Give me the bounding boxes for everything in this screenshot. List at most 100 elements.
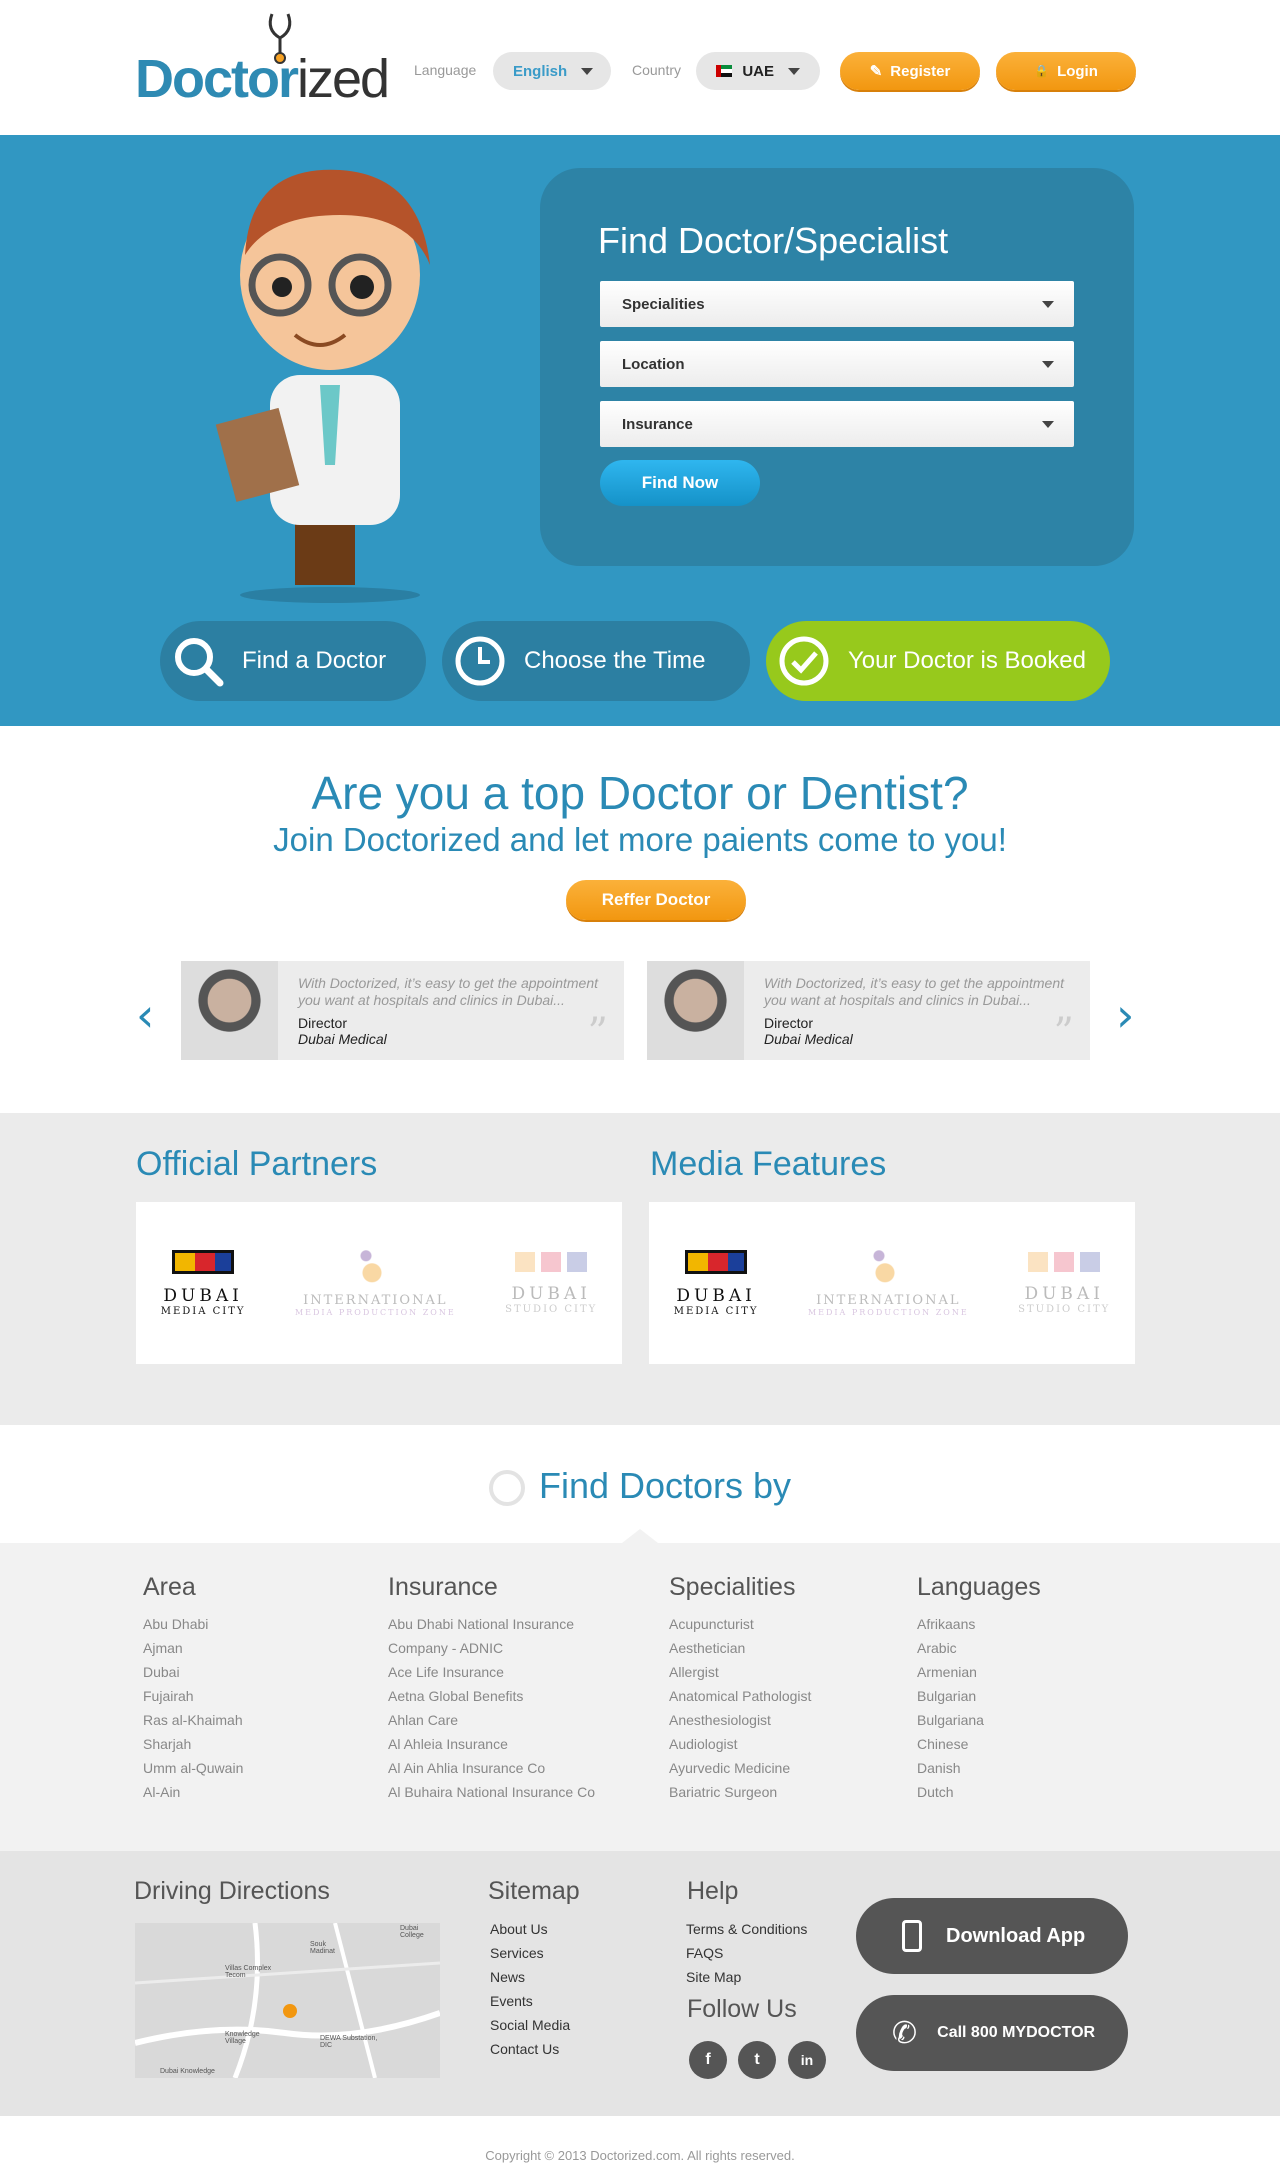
list-item[interactable]: Arabic <box>917 1636 1041 1660</box>
testimonial-card: With Doctorized, it’s easy to get the ap… <box>181 961 624 1060</box>
media-logo-line2: MEDIA CITY <box>673 1305 759 1317</box>
list-item[interactable]: Ajman <box>143 1636 243 1660</box>
list-item[interactable]: Anatomical Pathologist <box>669 1684 811 1708</box>
linkedin-icon[interactable]: in <box>788 2041 826 2079</box>
chevron-right-icon[interactable]: › <box>1116 988 1134 1042</box>
list-item[interactable]: Ace Life Insurance <box>388 1660 595 1684</box>
list-item[interactable]: Fujairah <box>143 1684 243 1708</box>
testimonial-org: Dubai Medical <box>298 1031 387 1047</box>
media-logo[interactable]: DUBAI MEDIA CITY <box>673 1249 759 1317</box>
list-item[interactable]: Afrikaans <box>917 1612 1041 1636</box>
chevron-down-icon <box>788 67 800 75</box>
call-button[interactable]: ✆ Call 800 MYDOCTOR <box>856 1995 1128 2071</box>
avatar <box>181 961 278 1060</box>
download-app-button[interactable]: Download App <box>856 1898 1128 1974</box>
partner-logo[interactable]: DUBAI STUDIO CITY <box>505 1251 597 1315</box>
partner-logo[interactable]: DUBAI MEDIA CITY <box>161 1249 246 1317</box>
facebook-icon[interactable]: f <box>689 2041 727 2079</box>
country-select[interactable]: UAE <box>696 52 820 90</box>
register-button[interactable]: ✎ Register <box>840 52 980 90</box>
list-item[interactable]: Acupuncturist <box>669 1612 811 1636</box>
list-item[interactable]: Ras al-Khaimah <box>143 1708 243 1732</box>
list-item[interactable]: Dutch <box>917 1780 1041 1804</box>
quote-mark-icon: ” <box>587 1010 608 1056</box>
area-column: Area Abu Dhabi Ajman Dubai Fujairah Ras … <box>143 1573 243 1804</box>
list-item[interactable]: Abu Dhabi National Insurance <box>388 1612 595 1636</box>
media-logo[interactable]: DUBAI STUDIO CITY <box>1018 1251 1110 1315</box>
logo[interactable]: Doctorized <box>135 10 390 109</box>
login-button[interactable]: 🔒 Login <box>996 52 1136 90</box>
official-partners-title: Official Partners <box>136 1145 378 1183</box>
media-logo[interactable]: INTERNATIONAL MEDIA PRODUCTION ZONE <box>808 1249 969 1317</box>
list-item[interactable]: Aetna Global Benefits <box>388 1684 595 1708</box>
list-item[interactable]: Aesthetician <box>669 1636 811 1660</box>
dots-icon <box>873 1249 904 1283</box>
list-item[interactable]: Allergist <box>669 1660 811 1684</box>
list-item[interactable]: Chinese <box>917 1732 1041 1756</box>
list-item[interactable]: Ahlan Care <box>388 1708 595 1732</box>
footer-link[interactable]: News <box>490 1965 570 1989</box>
pointer-triangle <box>622 1529 658 1543</box>
list-item[interactable]: Bulgariana <box>917 1708 1041 1732</box>
step-label: Your Doctor is Booked <box>848 647 1086 674</box>
phone-call-icon: ✆ <box>892 2015 918 2051</box>
map[interactable]: Villas Complex Tecom Knowledge Village D… <box>135 1923 440 2078</box>
search-icon <box>170 633 226 689</box>
list-item[interactable]: Anesthesiologist <box>669 1708 811 1732</box>
list-item[interactable]: Audiologist <box>669 1732 811 1756</box>
footer-link[interactable]: FAQS <box>686 1941 807 1965</box>
help-list: Terms & Conditions FAQS Site Map <box>686 1917 807 1989</box>
list-item[interactable]: Company - ADNIC <box>388 1636 595 1660</box>
chevron-down-icon <box>1042 300 1054 308</box>
testimonial-quote: With Doctorized, it’s easy to get the ap… <box>764 975 1064 1008</box>
chevron-left-icon[interactable]: ‹ <box>136 988 154 1042</box>
list-item[interactable]: Armenian <box>917 1660 1041 1684</box>
driving-directions-title: Driving Directions <box>134 1877 330 1905</box>
step-doctor-booked: Your Doctor is Booked <box>766 621 1110 701</box>
list-item[interactable]: Abu Dhabi <box>143 1612 243 1636</box>
footer-link[interactable]: Contact Us <box>490 2037 570 2061</box>
footer-link[interactable]: Social Media <box>490 2013 570 2037</box>
list-item[interactable]: Sharjah <box>143 1732 243 1756</box>
list-item[interactable]: Al Ain Ahlia Insurance Co <box>388 1756 595 1780</box>
list-item[interactable]: Bulgarian <box>917 1684 1041 1708</box>
list-item[interactable]: Al Buhaira National Insurance Co <box>388 1780 595 1804</box>
twitter-icon[interactable]: t <box>738 2041 776 2079</box>
find-doctors-by-section: Area Abu Dhabi Ajman Dubai Fujairah Ras … <box>0 1529 1280 1851</box>
partner-logo[interactable]: INTERNATIONAL MEDIA PRODUCTION ZONE <box>295 1249 456 1317</box>
map-roads <box>135 1923 440 2078</box>
country-value: UAE <box>742 62 774 80</box>
testimonial-role: Director <box>764 1015 814 1031</box>
phone-icon <box>902 1920 922 1952</box>
squares-icon <box>515 1251 588 1272</box>
find-doctors-by-label: Find Doctors by <box>538 1465 792 1506</box>
specialities-select[interactable]: Specialities <box>600 281 1074 327</box>
footer-link[interactable]: About Us <box>490 1917 570 1941</box>
insurance-select[interactable]: Insurance <box>600 401 1074 447</box>
quote-mark-icon: ” <box>1053 1010 1074 1056</box>
search-panel: Find Doctor/Specialist Specialities Loca… <box>540 168 1134 566</box>
list-item[interactable]: Al-Ain <box>143 1780 243 1804</box>
testimonial-card: With Doctorized, it’s easy to get the ap… <box>647 961 1090 1060</box>
select-label: Insurance <box>622 415 693 433</box>
language-select[interactable]: English <box>493 52 611 90</box>
footer-link[interactable]: Site Map <box>686 1965 807 1989</box>
list-item[interactable]: Bariatric Surgeon <box>669 1780 811 1804</box>
partner-logo-line1: DUBAI <box>163 1285 243 1306</box>
refer-doctor-button[interactable]: Reffer Doctor <box>566 880 746 920</box>
list-item[interactable]: Umm al-Quwain <box>143 1756 243 1780</box>
avatar <box>647 961 744 1060</box>
list-item[interactable]: Dubai <box>143 1660 243 1684</box>
map-label: Dubai Knowledge <box>160 2068 215 2075</box>
footer-link[interactable]: Events <box>490 1989 570 2013</box>
specialities-column: Specialities Acupuncturist Aesthetician … <box>669 1573 811 1804</box>
list-item[interactable]: Al Ahleia Insurance <box>388 1732 595 1756</box>
language-label: Language <box>414 62 477 78</box>
location-select[interactable]: Location <box>600 341 1074 387</box>
list-item[interactable]: Danish <box>917 1756 1041 1780</box>
list-item[interactable]: Ayurvedic Medicine <box>669 1756 811 1780</box>
select-label: Location <box>622 355 685 373</box>
find-now-button[interactable]: Find Now <box>600 460 760 506</box>
footer-link[interactable]: Services <box>490 1941 570 1965</box>
footer-link[interactable]: Terms & Conditions <box>686 1917 807 1941</box>
